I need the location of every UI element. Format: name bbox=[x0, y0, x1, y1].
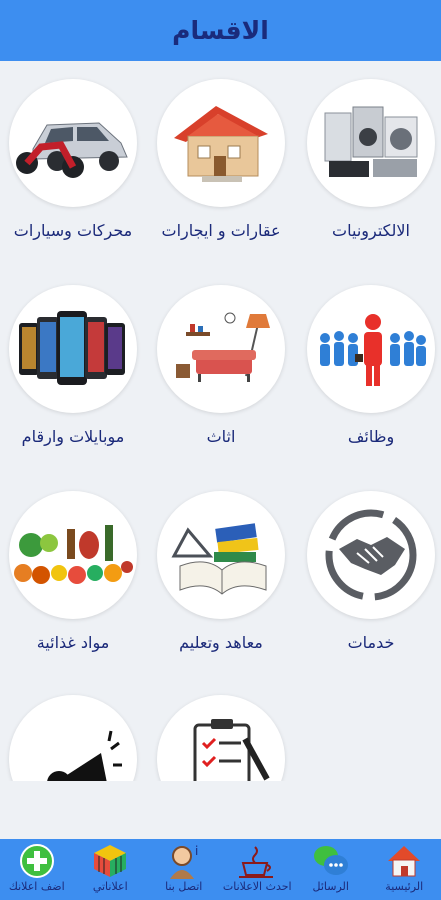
clipboard-checklist-icon bbox=[157, 695, 285, 781]
team-leader-icon bbox=[307, 285, 435, 413]
nav-label: اعلاناتي bbox=[92, 880, 128, 893]
categories-grid: الالكترونيات عقارات و ايجارات محركات وسي… bbox=[0, 61, 441, 781]
coffee-cup-icon bbox=[237, 841, 277, 881]
nav-label: اضف اعلانك bbox=[8, 880, 65, 893]
books-icon bbox=[157, 491, 285, 619]
nav-label: اتصل بنا bbox=[165, 880, 203, 893]
category-label: معاهد وتعليم bbox=[179, 633, 263, 652]
contact-person-icon: i bbox=[164, 841, 204, 881]
category-label: موبايلات وارقام bbox=[21, 427, 125, 446]
category-real-estate[interactable]: عقارات و ايجارات bbox=[154, 79, 288, 240]
category-label: وظائف bbox=[347, 427, 395, 446]
nav-latest-ads[interactable]: احدث الاعلانات bbox=[221, 839, 295, 900]
category-furniture[interactable]: اثاث bbox=[154, 285, 288, 446]
nav-add-ad[interactable]: اضف اعلانك bbox=[0, 839, 74, 900]
bottom-navigation: اضف اعلانك اعلاناتي i اتصل بنا احدث الاع… bbox=[0, 839, 441, 900]
content-spacer bbox=[0, 781, 441, 839]
groceries-icon bbox=[9, 491, 137, 619]
nav-label: الرئيسية bbox=[385, 880, 424, 893]
home-icon bbox=[384, 841, 424, 881]
house-icon bbox=[157, 79, 285, 207]
category-ads[interactable] bbox=[6, 695, 140, 781]
megaphone-icon bbox=[9, 695, 137, 781]
category-vehicles[interactable]: محركات وسيارات bbox=[6, 79, 140, 240]
add-plus-icon bbox=[17, 841, 57, 881]
nav-contact-us[interactable]: i اتصل بنا bbox=[147, 839, 221, 900]
app-header: الاقسام bbox=[0, 0, 441, 61]
category-food[interactable]: مواد غذائية bbox=[6, 491, 140, 652]
category-label: خدمات bbox=[347, 633, 395, 652]
nav-home[interactable]: الرئيسية bbox=[368, 839, 441, 900]
nav-label: الرسائل bbox=[312, 880, 349, 893]
category-jobs[interactable]: وظائف bbox=[304, 285, 438, 446]
category-label: مواد غذائية bbox=[36, 633, 110, 652]
svg-text:i: i bbox=[195, 844, 198, 858]
mobile-phones-icon bbox=[9, 285, 137, 413]
page-title: الاقسام bbox=[172, 16, 269, 45]
nav-label: احدث الاعلانات bbox=[222, 880, 292, 893]
nav-my-ads[interactable]: اعلاناتي bbox=[74, 839, 148, 900]
category-education[interactable]: معاهد وتعليم bbox=[154, 491, 288, 652]
electronics-icon bbox=[307, 79, 435, 207]
nav-messages[interactable]: الرسائل bbox=[294, 839, 368, 900]
category-label: اثاث bbox=[206, 427, 236, 446]
category-electronics[interactable]: الالكترونيات bbox=[304, 79, 438, 240]
category-other[interactable] bbox=[154, 695, 288, 781]
category-services[interactable]: خدمات bbox=[304, 491, 438, 652]
category-label: محركات وسيارات bbox=[13, 221, 133, 240]
category-label: عقارات و ايجارات bbox=[161, 221, 281, 240]
furniture-icon bbox=[157, 285, 285, 413]
category-mobiles[interactable]: موبايلات وارقام bbox=[6, 285, 140, 446]
handshake-icon bbox=[307, 491, 435, 619]
chat-bubbles-icon bbox=[311, 841, 351, 881]
rubik-cube-icon bbox=[90, 841, 130, 881]
category-label: الالكترونيات bbox=[332, 221, 410, 240]
car-motorcycle-icon bbox=[9, 79, 137, 207]
